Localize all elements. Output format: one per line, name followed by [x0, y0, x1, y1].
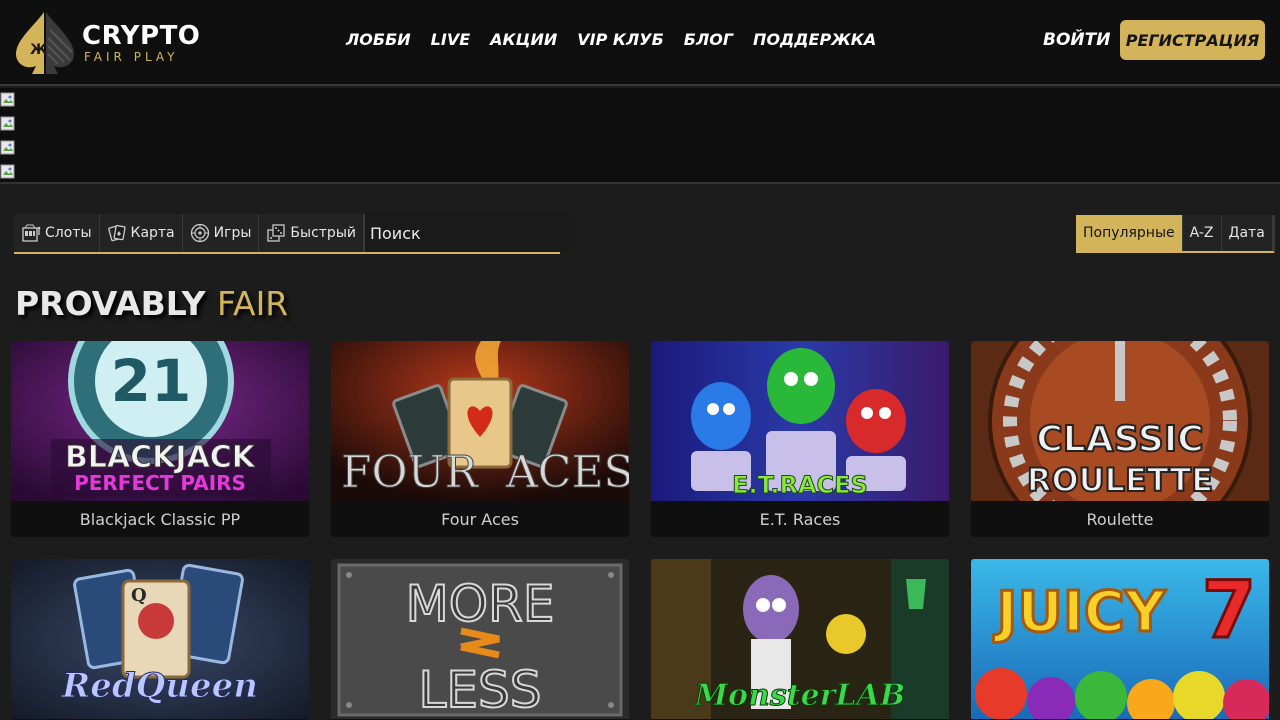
sort-options: Популярные A-Z Дата [1076, 215, 1275, 253]
category-filter-bar: Слоты Карта Игры Быстрый [14, 214, 570, 254]
game-tile-et-races[interactable]: E.T.RACES E.T. Races [651, 341, 949, 537]
svg-text:Ж: Ж [30, 42, 47, 58]
nav-item-lobby[interactable]: ЛОББИ [346, 30, 411, 49]
slot-machine-icon [21, 223, 41, 243]
game-tile-roulette[interactable]: CLASSIC ROULETTE Roulette [971, 341, 1269, 537]
game-thumbnail: MonsterLAB [651, 559, 949, 719]
game-tile-monster-lab[interactable]: MonsterLAB [651, 559, 949, 720]
game-tile-more-less[interactable]: MORE LESS [331, 559, 629, 720]
roulette-wheel-icon [190, 223, 210, 243]
game-tile-juicy-7[interactable]: JUICY 7 [971, 559, 1269, 720]
game-tile-red-queen[interactable]: Q RedQueen [11, 559, 309, 720]
instant-game-icon [266, 223, 286, 243]
art-text: FOUR [341, 447, 480, 498]
game-title: Roulette [971, 501, 1269, 537]
game-tile-four-aces[interactable]: FOUR ACES Four Aces [331, 341, 629, 537]
filter-tab-label: Игры [213, 225, 252, 241]
art-text: 7 [1202, 566, 1256, 656]
art-text: MORE [406, 575, 555, 633]
nav-item-live[interactable]: LIVE [431, 30, 470, 49]
nav-item-vip-club[interactable]: VIP КЛУБ [577, 30, 664, 49]
filter-tab-label: Слоты [45, 225, 92, 241]
sort-popular[interactable]: Популярные [1076, 215, 1183, 251]
art-text: LESS [419, 661, 542, 719]
logo-name: CRYPTO [82, 21, 201, 51]
filter-tab-label: Карта [130, 225, 175, 241]
nav-item-support[interactable]: ПОДДЕРЖКА [753, 30, 876, 49]
art-text: RedQueen [61, 666, 258, 706]
art-text: BLACKJACK [65, 440, 257, 475]
art-text: CLASSIC [1036, 419, 1203, 460]
art-text: PERFECT PAIRS [74, 471, 246, 495]
nav-item-promotions[interactable]: АКЦИИ [490, 30, 557, 49]
game-thumbnail: Q RedQueen [11, 559, 309, 719]
game-thumbnail: E.T.RACES [651, 341, 949, 501]
art-text: ROULETTE [1027, 461, 1213, 499]
banner-slider [0, 88, 1280, 184]
game-thumbnail: MORE LESS [331, 559, 629, 719]
game-tile-blackjack[interactable]: 21 BLACKJACK PERFECT PAIRS Blackjack Cla… [11, 341, 309, 537]
game-thumbnail: JUICY 7 [971, 559, 1269, 719]
logo-spade-icon: Ж [14, 10, 78, 76]
game-title: E.T. Races [651, 501, 949, 537]
filter-tab-slots[interactable]: Слоты [14, 214, 100, 252]
filter-tab-label: Быстрый [290, 225, 356, 241]
game-thumbnail: CLASSIC ROULETTE [971, 341, 1269, 501]
game-thumbnail: FOUR ACES [331, 341, 629, 501]
art-text: MonsterLAB [694, 678, 905, 713]
svg-text:Q: Q [131, 585, 147, 606]
art-text: 21 [111, 347, 192, 415]
search-input[interactable] [363, 214, 570, 252]
site-header: Ж CRYPTO FAIR PLAY ЛОББИ LIVE АКЦИИ VIP … [0, 0, 1280, 86]
game-title: Blackjack Classic PP [11, 501, 309, 537]
sort-a-z[interactable]: A-Z [1182, 215, 1222, 251]
art-text: E.T.RACES [732, 471, 868, 499]
game-thumbnail: 21 BLACKJACK PERFECT PAIRS [11, 341, 309, 501]
nav-item-blog[interactable]: БЛОГ [684, 30, 733, 49]
art-text: JUICY [993, 580, 1167, 645]
broken-image-icon[interactable] [0, 140, 16, 156]
section-title-bold: PROVABLY [15, 284, 206, 323]
broken-image-icon[interactable] [0, 92, 16, 108]
main-nav: ЛОББИ LIVE АКЦИИ VIP КЛУБ БЛОГ ПОДДЕРЖКА [346, 30, 896, 49]
filter-tab-instant[interactable]: Быстрый [259, 214, 364, 252]
login-link[interactable]: ВОЙТИ [1043, 30, 1110, 50]
filter-tab-games[interactable]: Игры [183, 214, 260, 252]
game-title: Four Aces [331, 501, 629, 537]
logo-subtitle: FAIR PLAY [84, 50, 179, 64]
broken-image-icon[interactable] [0, 164, 16, 180]
sort-date[interactable]: Дата [1221, 215, 1273, 251]
register-button[interactable]: РЕГИСТРАЦИЯ [1120, 20, 1265, 60]
filter-tab-cards[interactable]: Карта [100, 214, 183, 252]
broken-image-icon[interactable] [0, 116, 16, 132]
section-title: PROVABLY FAIR [15, 284, 288, 324]
section-title-light: FAIR [217, 284, 289, 323]
logo[interactable]: Ж CRYPTO FAIR PLAY [14, 10, 204, 76]
art-text: ACES [505, 447, 629, 498]
cards-icon [107, 223, 127, 243]
